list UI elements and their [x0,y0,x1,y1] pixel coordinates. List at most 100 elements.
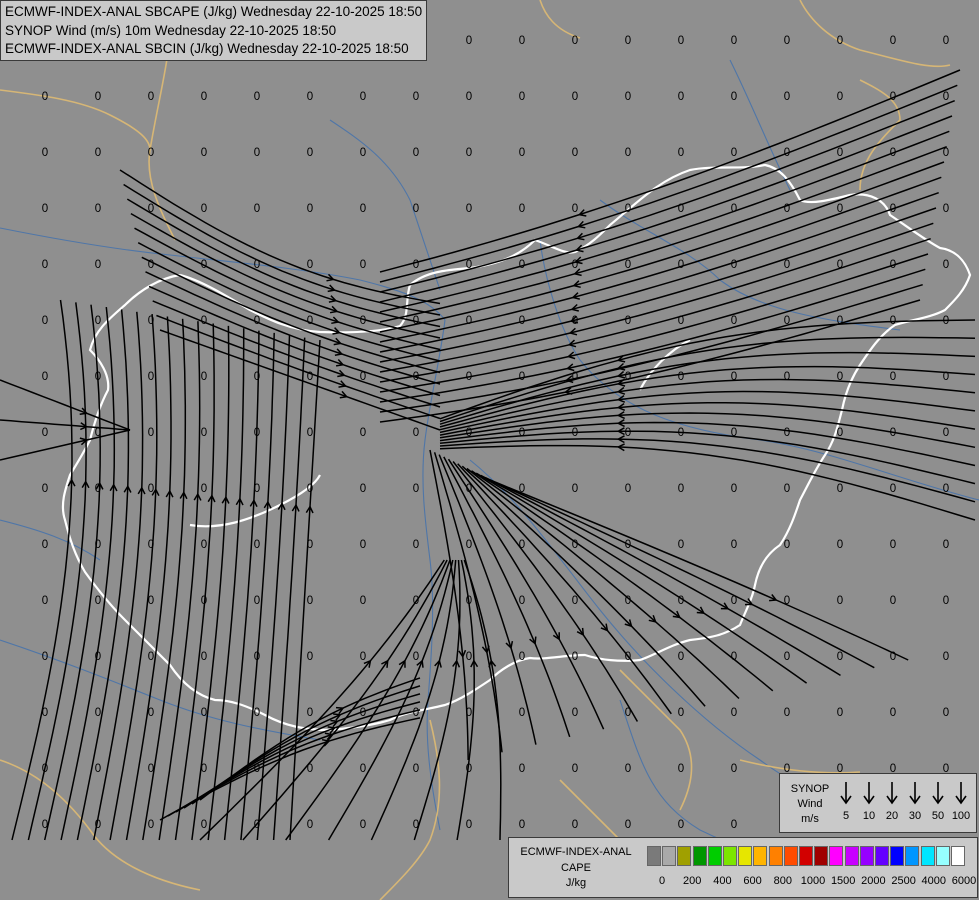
river [729,59,791,191]
grid-value-label: 0 [519,595,525,607]
cape-color-swatch [753,846,768,866]
grid-value-label: 0 [201,91,207,103]
grid-value-label: 0 [413,819,419,831]
grid-value-label: 0 [254,763,260,775]
grid-value-label: 0 [625,147,631,159]
grid-value-label: 0 [519,763,525,775]
grid-value-label: 0 [307,427,313,439]
grid-value-label: 0 [254,595,260,607]
grid-value-label: 0 [42,427,48,439]
grid-value-label: 0 [42,651,48,663]
grid-value-label: 0 [678,35,684,47]
grid-value-label: 0 [943,259,949,271]
synop-legend-title: SYNOP Wind m/s [782,782,838,827]
grid-value-label: 0 [466,91,472,103]
map-canvas[interactable]: 0 0 0 0 0 0 0 0 0 0 0 0 0 0 0 0 0 0 0 0 0 0 0 0 0 0 0 0 0 0 0 0 0 0 0 0 0 0 0 0… [0,0,979,900]
grid-value-label: 0 [890,483,896,495]
cape-legend-tick: 800 [773,875,792,887]
grid-value-label: 0 [148,259,154,271]
grid-value-label: 0 [201,539,207,551]
grid-value-label: 0 [95,539,101,551]
grid-value-label: 0 [943,91,949,103]
grid-value-label: 0 [360,147,366,159]
wind-arrow-icon [836,778,856,810]
streamline [457,463,672,715]
grid-value-label: 0 [784,315,790,327]
grid-value-label: 0 [413,763,419,775]
grid-value-label: 0 [95,147,101,159]
grid-value-label: 0 [572,763,578,775]
grid-value-label: 0 [413,371,419,383]
streamline [0,379,131,431]
grid-value-label: 0 [307,147,313,159]
cape-color-swatch [829,846,844,866]
grid-value-label: 0 [943,203,949,215]
grid-value-label: 0 [466,763,472,775]
grid-value-label: 0 [519,147,525,159]
grid-value-label: 0 [731,147,737,159]
grid-value-label: 0 [837,91,843,103]
grid-value-label: 0 [201,763,207,775]
grid-value-label: 0 [466,371,472,383]
grid-value-label: 0 [466,539,472,551]
streamline [471,470,774,692]
cape-legend-tick: 0 [658,875,666,887]
grid-value-label: 0 [731,91,737,103]
grid-value-label: 0 [890,371,896,383]
grid-value-label: 0 [307,595,313,607]
grid-value-label: 0 [519,259,525,271]
cape-color-legend: ECMWF-INDEX-ANAL CAPE J/kg 0 200 400 600 800… [508,837,978,898]
grid-value-label: 0 [572,427,578,439]
cape-color-swatch [662,846,677,866]
grid-value-label: 0 [519,707,525,719]
grid-value-label: 0 [572,147,578,159]
cape-legend-tick: 2000 [861,875,886,887]
streamline [93,311,144,841]
streamline [272,337,306,841]
cape-legend-title-line1: ECMWF-INDEX-ANAL [520,846,632,858]
grid-value-label: 0 [466,147,472,159]
grid-value-label: 0 [678,147,684,159]
grid-value-label: 0 [466,35,472,47]
cape-legend-tick: 200 [683,875,702,887]
grid-value-label: 0 [413,259,419,271]
grid-value-label: 0 [837,315,843,327]
wind-arrow-icon [882,778,902,810]
grid-value-label: 0 [943,483,949,495]
synop-legend-title-line2: Wind [797,798,823,810]
grid-value-label: 0 [360,91,366,103]
grid-value-label: 0 [890,707,896,719]
streamline [126,198,441,328]
grid-value-label: 0 [519,819,525,831]
grid-value-label: 0 [678,91,684,103]
grid-value-label: 0 [360,651,366,663]
grid-value-label: 0 [572,259,578,271]
cape-color-swatch [707,846,722,866]
grid-value-label: 0 [201,203,207,215]
grid-value-label: 0 [731,35,737,47]
cape-legend-tick: 400 [713,875,732,887]
grid-value-label: 0 [572,35,578,47]
grid-value-label: 0 [625,763,631,775]
grid-value-label: 0 [201,371,207,383]
grid-value-label: 0 [625,35,631,47]
grid-value-label: 0 [413,707,419,719]
synop-legend-value: 100 [951,810,971,822]
grid-value-label: 0 [837,595,843,607]
synop-legend-value: 20 [885,810,899,822]
grid-value-label: 0 [95,371,101,383]
cape-color-swatch [738,846,753,866]
streamline [76,309,130,841]
grid-value-label: 0 [42,91,48,103]
grid-value-label: 0 [731,539,737,551]
grid-value-label: 0 [360,427,366,439]
grid-value-label: 0 [148,483,154,495]
grid-value-label: 0 [572,819,578,831]
grid-value-label: 0 [837,483,843,495]
grid-value-label: 0 [254,707,260,719]
streamline [191,325,230,841]
cape-legend-tick: 6000 [951,875,977,887]
streamline [289,339,321,841]
river [329,119,441,291]
cape-color-swatch [920,846,935,866]
